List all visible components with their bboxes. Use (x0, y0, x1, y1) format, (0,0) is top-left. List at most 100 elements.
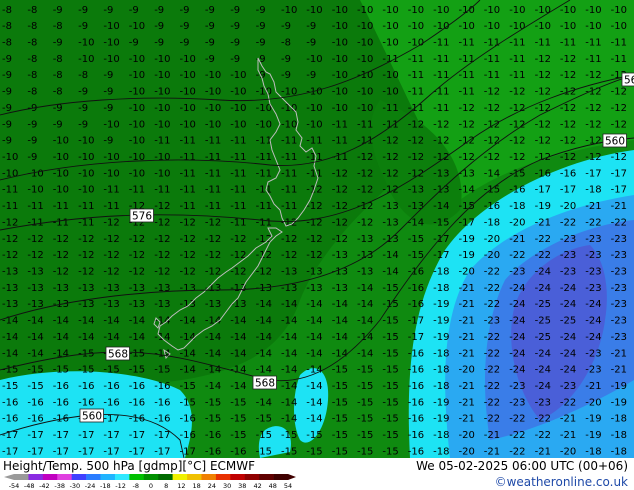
grid-value: -17 (560, 185, 576, 196)
grid-value: -23 (585, 348, 601, 359)
grid-value: -12 (382, 136, 398, 147)
grid-value: -14 (433, 201, 449, 212)
grid-value: -9 (103, 103, 113, 114)
grid-value: -16 (535, 168, 551, 179)
grid-value: -11 (281, 168, 297, 179)
grid-value: -24 (509, 332, 525, 343)
credit-link[interactable]: ©weatheronline.co.uk (495, 475, 628, 489)
grid-value: -12 (459, 136, 475, 147)
grid-value: -11 (180, 201, 196, 212)
grid-value: -13 (332, 283, 348, 294)
grid-value: -9 (256, 5, 266, 16)
grid-value: -15 (433, 217, 449, 228)
grid-value: -15 (129, 365, 145, 376)
grid-value: -13 (154, 299, 170, 310)
grid-value: -13 (357, 234, 373, 245)
grid-value: -16 (484, 201, 500, 212)
colorbar-tick: -12 (115, 482, 126, 490)
colorbar-swatch (86, 474, 101, 480)
grid-value: -11 (256, 185, 272, 196)
grid-value: -17 (129, 446, 145, 457)
grid-value: -13 (2, 299, 18, 310)
grid-value: -12 (306, 234, 322, 245)
grid-value: -15 (382, 316, 398, 327)
grid-value: -23 (585, 365, 601, 376)
grid-value: -11 (382, 103, 398, 114)
grid-value: -12 (281, 250, 297, 261)
grid-value: -23 (611, 316, 627, 327)
grid-value: -14 (27, 332, 43, 343)
grid-value: -12 (154, 267, 170, 278)
grid-value: -19 (459, 250, 475, 261)
grid-value: -11 (585, 38, 601, 49)
grid-value: -14 (256, 365, 272, 376)
grid-value: -12 (585, 103, 601, 114)
grid-value: -12 (484, 103, 500, 114)
grid-value: -14 (78, 332, 94, 343)
grid-value: -24 (535, 283, 551, 294)
grid-value: -12 (585, 119, 601, 130)
grid-value: -25 (560, 316, 576, 327)
grid-value: -15 (382, 430, 398, 441)
grid-value: -8 (27, 21, 37, 32)
grid-value: -16 (103, 381, 119, 392)
grid-value: -14 (180, 365, 196, 376)
grid-value: -15 (256, 414, 272, 425)
contour-label: 560 (82, 411, 102, 423)
grid-value: -11 (205, 201, 221, 212)
grid-value: -10 (560, 5, 576, 16)
grid-value: -9 (306, 38, 316, 49)
grid-value: -14 (154, 348, 170, 359)
grid-value: -16 (408, 414, 424, 425)
grid-value: -10 (180, 119, 196, 130)
grid-value: -12 (180, 217, 196, 228)
grid-value: -11 (509, 70, 525, 81)
colorbar-swatch (215, 474, 231, 480)
grid-value: -18 (433, 430, 449, 441)
grid-value: -16 (154, 414, 170, 425)
grid-value: -15 (2, 381, 18, 392)
grid-value: -9 (306, 70, 316, 81)
grid-value: -18 (433, 348, 449, 359)
grid-value: -19 (433, 316, 449, 327)
grid-value: -12 (205, 267, 221, 278)
grid-value: -15 (332, 414, 348, 425)
grid-value: -9 (230, 21, 240, 32)
grid-value: -12 (585, 70, 601, 81)
grid-value: -15 (357, 365, 373, 376)
grid-value: -11 (382, 119, 398, 130)
grid-value: -12 (281, 217, 297, 228)
grid-value: -21 (611, 348, 627, 359)
grid-value: -12 (154, 250, 170, 261)
grid-value: -21 (611, 365, 627, 376)
grid-value: -12 (484, 87, 500, 98)
grid-value: -24 (509, 316, 525, 327)
grid-value: -23 (509, 381, 525, 392)
grid-value: -12 (408, 152, 424, 163)
grid-value: -11 (256, 201, 272, 212)
grid-value: -14 (205, 365, 221, 376)
grid-value: -13 (103, 283, 119, 294)
grid-value: -8 (2, 5, 12, 16)
grid-value: -20 (459, 267, 475, 278)
grid-value: -20 (459, 446, 475, 457)
grid-value: -12 (332, 168, 348, 179)
grid-value: -17 (103, 446, 119, 457)
grid-value: -11 (357, 136, 373, 147)
grid-value: -11 (585, 54, 601, 65)
grid-value: -10 (535, 5, 551, 16)
grid-value: -8 (53, 87, 63, 98)
grid-value: -12 (509, 152, 525, 163)
grid-value: -11 (332, 136, 348, 147)
grid-value: -12 (357, 168, 373, 179)
grid-value: -16 (78, 381, 94, 392)
grid-value: -21 (535, 217, 551, 228)
grid-value: -13 (78, 283, 94, 294)
grid-value: -17 (27, 446, 43, 457)
grid-value: -13 (27, 267, 43, 278)
grid-value: -14 (205, 348, 221, 359)
grid-value: -10 (306, 54, 322, 65)
grid-value: -9 (205, 38, 215, 49)
grid-value: -12 (382, 185, 398, 196)
grid-value: -12 (484, 152, 500, 163)
